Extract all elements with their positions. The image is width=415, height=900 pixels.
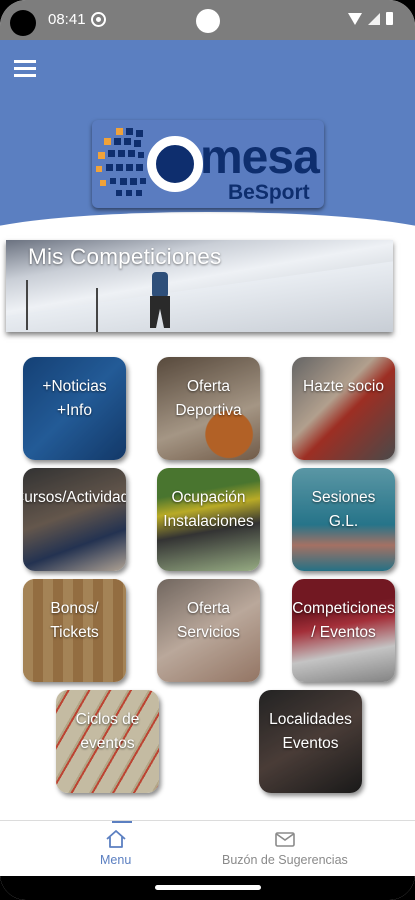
app-screen: 08:41 mesa BeSport Mis Competiciones +No… — [0, 0, 415, 900]
menu-tile-membership[interactable]: Hazte socio — [292, 357, 395, 460]
menu-tile-label: Ciclos de eventos — [75, 711, 140, 752]
menu-tile-courses[interactable]: Cursos/Actividades — [23, 468, 126, 571]
status-bar: 08:41 — [0, 0, 415, 40]
omesa-besport-logo: mesa BeSport — [92, 120, 324, 208]
mis-competiciones-banner[interactable]: Mis Competiciones — [6, 240, 393, 332]
menu-tile-label: Cursos/Actividades — [23, 489, 126, 506]
battery-icon — [386, 12, 393, 25]
banner-title: Mis Competiciones — [28, 244, 222, 269]
menu-tile-sports[interactable]: Oferta Deportiva — [157, 357, 260, 460]
menu-tile-label: Competiciones / Eventos — [292, 600, 395, 641]
menu-tile-seats[interactable]: Localidades Eventos — [259, 690, 362, 793]
tile-overlay — [292, 357, 395, 460]
menu-tile-pool[interactable]: Sesiones G.L. — [292, 468, 395, 571]
settings-status-icon — [91, 12, 106, 27]
menu-tile-label: Localidades Eventos — [269, 711, 352, 752]
menu-tile-label: Oferta Deportiva — [175, 378, 242, 419]
menu-tile-competitions[interactable]: Competiciones / Eventos — [292, 579, 395, 682]
status-icons — [348, 12, 393, 25]
menu-tile-facilities[interactable]: Ocupación Instalaciones — [157, 468, 260, 571]
hamburger-menu-icon[interactable] — [14, 60, 36, 78]
nav-suggestions-label: Buzón de Sugerencias — [222, 853, 348, 867]
signal-icon — [368, 12, 380, 25]
skier-figure — [146, 266, 174, 330]
gesture-handle[interactable] — [155, 885, 261, 890]
home-icon — [106, 830, 126, 848]
menu-tile-label: Sesiones G.L. — [311, 489, 376, 530]
camera-cutout — [10, 10, 36, 36]
tile-overlay — [23, 468, 126, 571]
logo-letter-o — [147, 136, 203, 192]
ski-pole — [26, 280, 28, 330]
menu-tile-label: +Noticias +Info — [42, 378, 107, 419]
bottom-navigation: Menu Buzón de Sugerencias — [0, 820, 415, 877]
menu-tile-label: Oferta Servicios — [177, 600, 240, 641]
gesture-area — [0, 876, 415, 900]
menu-tile-services[interactable]: Oferta Servicios — [157, 579, 260, 682]
menu-tile-social-network[interactable]: +Noticias +Info — [23, 357, 126, 460]
nav-suggestions[interactable]: Buzón de Sugerencias — [222, 829, 348, 867]
nav-menu[interactable]: Menu — [100, 829, 131, 867]
nav-active-indicator — [112, 821, 132, 823]
camera-punch-hole — [196, 9, 220, 33]
logo-subtitle: BeSport — [228, 181, 310, 204]
menu-tile-label: Bonos/ Tickets — [50, 600, 99, 641]
ski-pole — [96, 288, 98, 332]
nav-menu-label: Menu — [100, 853, 132, 867]
mail-icon — [275, 832, 295, 847]
menu-tile-label: Ocupación Instalaciones — [163, 489, 254, 530]
status-time: 08:41 — [48, 11, 86, 28]
menu-tile-cycles[interactable]: Ciclos de eventos — [56, 690, 159, 793]
menu-tile-tickets[interactable]: Bonos/ Tickets — [23, 579, 126, 682]
logo-word: mesa — [200, 131, 320, 184]
wifi-icon — [348, 12, 362, 25]
menu-tile-label: Hazte socio — [303, 378, 384, 395]
